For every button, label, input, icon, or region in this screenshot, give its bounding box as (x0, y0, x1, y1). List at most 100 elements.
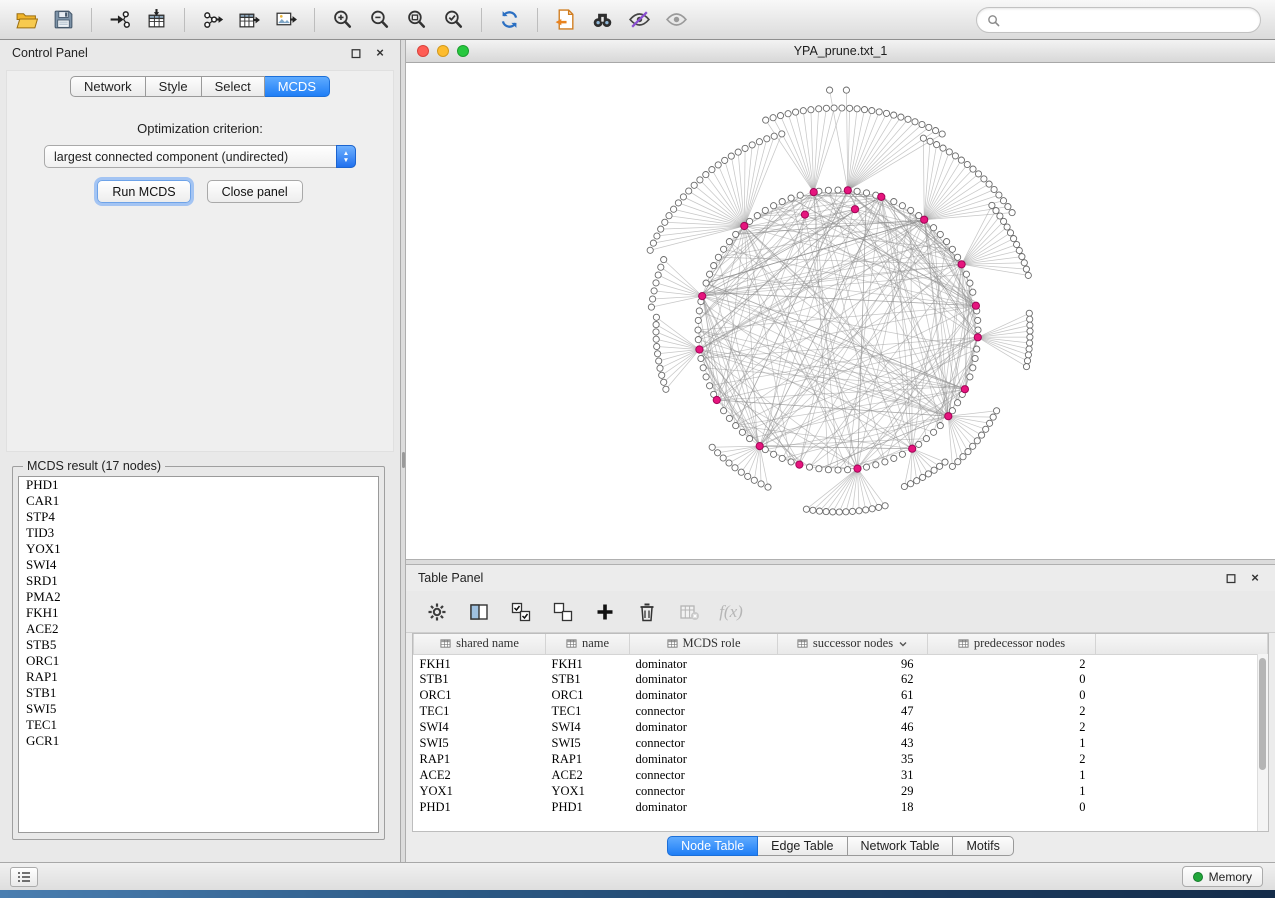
network-node[interactable] (843, 87, 849, 93)
tab-network-table[interactable]: Network Table (848, 836, 954, 856)
network-node[interactable] (732, 465, 738, 471)
network-node[interactable] (765, 484, 771, 490)
hide-details-button[interactable] (621, 4, 658, 36)
delete-column-button[interactable] (676, 599, 702, 625)
network-node[interactable] (836, 509, 842, 515)
network-node[interactable] (854, 188, 860, 194)
network-node[interactable] (989, 202, 995, 208)
network-node[interactable] (955, 400, 961, 406)
network-node[interactable] (754, 213, 760, 219)
maximize-window-button[interactable] (457, 45, 469, 57)
network-node[interactable] (926, 124, 932, 130)
network-node[interactable] (816, 106, 822, 112)
minimize-window-button[interactable] (437, 45, 449, 57)
network-node[interactable] (849, 508, 855, 514)
network-node[interactable] (779, 455, 785, 461)
network-node[interactable] (715, 450, 721, 456)
network-node[interactable] (739, 429, 745, 435)
open-button[interactable] (8, 4, 45, 36)
network-node[interactable] (952, 153, 958, 159)
network-node[interactable] (843, 509, 849, 515)
column-header-mcds-role[interactable]: MCDS role (630, 634, 778, 654)
network-node[interactable] (931, 467, 937, 473)
network-node[interactable] (1023, 266, 1029, 272)
network-node[interactable] (919, 121, 925, 127)
network-node[interactable] (975, 317, 981, 323)
network-node[interactable] (709, 167, 715, 173)
memory-button[interactable]: Memory (1182, 866, 1263, 887)
network-node[interactable] (937, 423, 943, 429)
dominator-node[interactable] (878, 193, 885, 200)
network-node[interactable] (830, 509, 836, 515)
network-node[interactable] (816, 466, 822, 472)
network-node[interactable] (876, 109, 882, 115)
mcds-node-item[interactable]: CAR1 (19, 493, 378, 509)
tab-node-table[interactable]: Node Table (667, 836, 758, 856)
network-node[interactable] (810, 507, 816, 513)
network-node[interactable] (908, 481, 914, 487)
float-panel-icon[interactable]: ◻ (348, 45, 364, 61)
network-node[interactable] (653, 336, 659, 342)
dominator-node[interactable] (801, 211, 808, 218)
network-node[interactable] (715, 254, 721, 260)
network-node[interactable] (749, 142, 755, 148)
network-node[interactable] (655, 272, 661, 278)
network-node[interactable] (901, 483, 907, 489)
network-node[interactable] (808, 107, 814, 113)
close-panel-button[interactable]: Close panel (207, 180, 303, 203)
zoom-in-button[interactable] (324, 4, 361, 36)
network-node[interactable] (788, 195, 794, 201)
network-node[interactable] (1027, 334, 1033, 340)
close-panel-icon[interactable]: × (372, 45, 388, 61)
network-node[interactable] (793, 109, 799, 115)
network-node[interactable] (658, 226, 664, 232)
dominator-node[interactable] (741, 222, 748, 229)
network-node[interactable] (726, 415, 732, 421)
dominator-node[interactable] (844, 187, 851, 194)
network-node[interactable] (891, 455, 897, 461)
network-node[interactable] (899, 451, 905, 457)
network-node[interactable] (703, 280, 709, 286)
table-row[interactable]: TEC1TEC1connector472 (414, 704, 1268, 720)
network-node[interactable] (770, 115, 776, 121)
network-node[interactable] (715, 162, 721, 168)
network-node[interactable] (997, 213, 1003, 219)
network-node[interactable] (1021, 260, 1027, 266)
dominator-node[interactable] (974, 334, 981, 341)
mcds-node-item[interactable]: STB5 (19, 637, 378, 653)
network-node[interactable] (1004, 224, 1010, 230)
mcds-node-item[interactable]: YOX1 (19, 541, 378, 557)
network-node[interactable] (806, 464, 812, 470)
network-node[interactable] (1026, 310, 1032, 316)
network-node[interactable] (923, 436, 929, 442)
export-image-button[interactable] (268, 4, 305, 36)
network-node[interactable] (1024, 358, 1030, 364)
columns-button[interactable] (466, 599, 492, 625)
network-node[interactable] (970, 166, 976, 172)
zoom-out-button[interactable] (361, 4, 398, 36)
add-button[interactable] (592, 599, 618, 625)
dominator-node[interactable] (713, 396, 720, 403)
mcds-node-item[interactable]: GCR1 (19, 733, 378, 749)
network-node[interactable] (797, 192, 803, 198)
network-node[interactable] (1027, 328, 1033, 334)
mcds-node-item[interactable]: STP4 (19, 509, 378, 525)
network-node[interactable] (949, 246, 955, 252)
network-node[interactable] (771, 133, 777, 139)
network-node[interactable] (735, 149, 741, 155)
tab-edge-table[interactable]: Edge Table (758, 836, 847, 856)
trash-button[interactable] (634, 599, 660, 625)
fx-button[interactable]: f(x) (718, 599, 744, 625)
network-node[interactable] (991, 186, 997, 192)
table-row[interactable]: PHD1PHD1dominator180 (414, 800, 1268, 816)
network-node[interactable] (695, 317, 701, 323)
network-node[interactable] (996, 192, 1002, 198)
network-node[interactable] (940, 145, 946, 151)
network-node[interactable] (908, 207, 914, 213)
network-node[interactable] (939, 131, 945, 137)
network-node[interactable] (779, 199, 785, 205)
table-scrollbar-thumb[interactable] (1259, 658, 1266, 770)
table-row[interactable]: SWI4SWI4dominator462 (414, 720, 1268, 736)
network-node[interactable] (993, 208, 999, 214)
network-node[interactable] (942, 459, 948, 465)
